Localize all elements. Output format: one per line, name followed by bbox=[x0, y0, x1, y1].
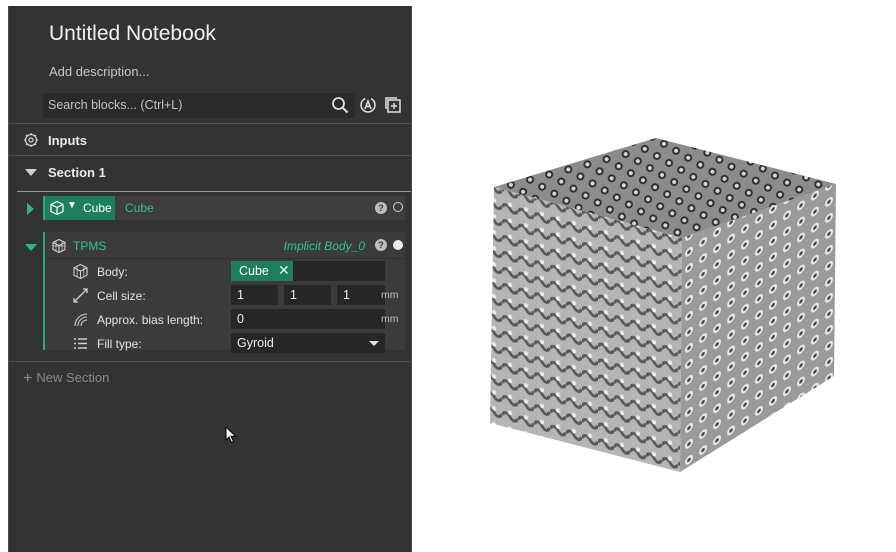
expand-icon[interactable] bbox=[27, 203, 34, 215]
block-output-name[interactable]: Implicit Body_0 bbox=[284, 239, 365, 253]
close-icon[interactable]: ✕ bbox=[278, 262, 290, 279]
cell-size-x-value: 1 bbox=[237, 288, 244, 302]
mouse-cursor-icon bbox=[225, 426, 237, 444]
search-icon[interactable] bbox=[331, 96, 349, 114]
tpms-lattice-icon bbox=[52, 238, 66, 254]
param-row-body: Body: Cube ✕ bbox=[45, 260, 405, 284]
chevron-down-icon: ▼ bbox=[67, 200, 77, 211]
inputs-row[interactable]: Inputs bbox=[9, 125, 411, 155]
param-row-cell-size: Cell size: 1 1 1 mm bbox=[45, 284, 405, 308]
unit-label: mm bbox=[381, 313, 399, 325]
cell-size-y-input[interactable]: 1 bbox=[284, 285, 331, 305]
search-placeholder: Search blocks... (Ctrl+L) bbox=[48, 98, 183, 112]
cell-size-z-value: 1 bbox=[343, 288, 350, 302]
description-field[interactable]: Add description... bbox=[49, 64, 149, 79]
collapse-icon[interactable] bbox=[25, 244, 37, 251]
section-underline bbox=[17, 191, 411, 192]
bias-length-value: 0 bbox=[237, 312, 244, 326]
section-header[interactable]: Section 1 bbox=[9, 158, 411, 188]
add-block-icon[interactable] bbox=[384, 96, 402, 114]
param-row-bias: Approx. bias length: 0 mm bbox=[45, 308, 405, 332]
fill-type-value: Gyroid bbox=[237, 336, 274, 350]
body-chip-label: Cube bbox=[239, 264, 269, 278]
block-type-label: Cube bbox=[83, 201, 112, 215]
fill-type-select[interactable]: Gyroid bbox=[231, 333, 385, 353]
section-title[interactable]: Section 1 bbox=[48, 165, 106, 180]
visibility-toggle-icon[interactable] bbox=[393, 240, 403, 250]
cell-size-x-input[interactable]: 1 bbox=[231, 285, 278, 305]
block-type-dropdown[interactable]: ▼ Cube bbox=[45, 196, 115, 220]
param-row-fill-type: Fill type: Gyroid bbox=[45, 332, 405, 356]
block-title[interactable]: TPMS bbox=[73, 239, 106, 253]
block-name[interactable]: Cube bbox=[125, 201, 154, 215]
cell-size-y-value: 1 bbox=[290, 288, 297, 302]
cell-size-icon bbox=[73, 288, 88, 303]
unit-label: mm bbox=[381, 289, 399, 301]
param-label: Body: bbox=[97, 265, 128, 279]
help-icon[interactable]: ? bbox=[375, 202, 387, 214]
param-label: Fill type: bbox=[97, 337, 142, 351]
plus-icon: + bbox=[23, 370, 33, 387]
notebook-title[interactable]: Untitled Notebook bbox=[49, 22, 216, 46]
bias-length-input[interactable]: 0 bbox=[231, 309, 385, 329]
body-cube-icon bbox=[73, 263, 88, 280]
chevron-down-icon bbox=[369, 341, 379, 346]
help-icon[interactable]: ? bbox=[375, 239, 387, 251]
param-label: Cell size: bbox=[97, 289, 146, 303]
notebook-panel: Untitled Notebook Add description... Sea… bbox=[8, 6, 412, 552]
param-label: Approx. bias length: bbox=[97, 313, 204, 327]
body-chip[interactable]: Cube ✕ bbox=[231, 261, 293, 281]
ai-assist-icon[interactable] bbox=[359, 96, 377, 114]
cube-block[interactable]: ▼ Cube Cube ? bbox=[43, 196, 405, 220]
inputs-gear-icon bbox=[24, 133, 38, 147]
body-input[interactable]: Cube ✕ bbox=[231, 261, 385, 281]
cell-size-z-input[interactable]: 1 bbox=[337, 285, 385, 305]
visibility-toggle-icon[interactable] bbox=[393, 202, 403, 212]
bias-icon bbox=[74, 313, 88, 327]
inputs-label: Inputs bbox=[48, 133, 87, 148]
3d-viewport[interactable] bbox=[486, 130, 846, 480]
cube-icon bbox=[50, 200, 64, 216]
divider bbox=[9, 361, 411, 362]
tpms-block[interactable]: TPMS Implicit Body_0 ? Body: Cube ✕ Cell… bbox=[43, 232, 405, 353]
divider bbox=[9, 155, 411, 156]
new-section-label: New Section bbox=[36, 370, 110, 385]
collapse-icon[interactable] bbox=[25, 169, 37, 176]
search-input[interactable]: Search blocks... (Ctrl+L) bbox=[43, 93, 355, 118]
fill-type-list-icon bbox=[74, 338, 87, 349]
new-section-button[interactable]: + New Section bbox=[23, 369, 109, 387]
divider bbox=[9, 123, 411, 124]
tpms-header[interactable]: TPMS Implicit Body_0 ? bbox=[45, 232, 405, 259]
